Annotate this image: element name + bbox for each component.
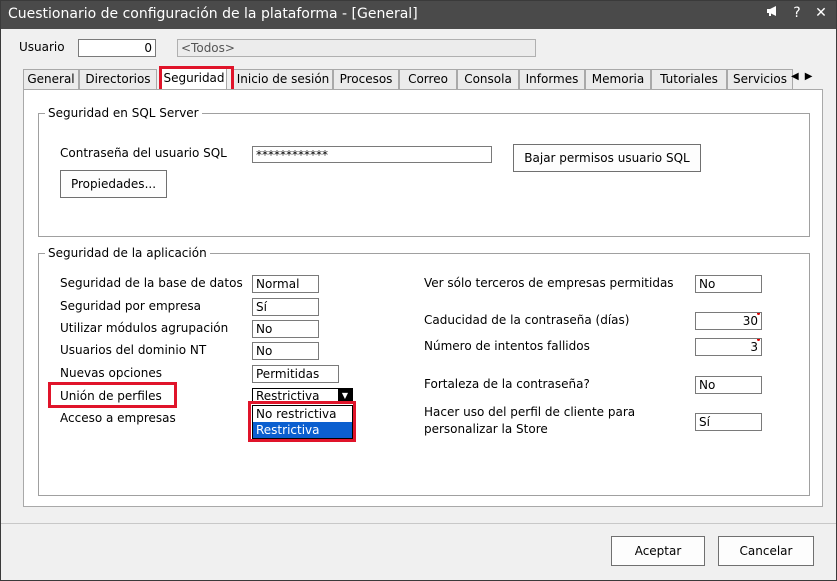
failed-attempts-value: 3 bbox=[750, 340, 758, 354]
cancel-button[interactable]: Cancelar bbox=[718, 536, 814, 566]
profile-union-label: Unión de perfiles bbox=[60, 389, 162, 403]
app-security-group: Seguridad de la aplicación Seguridad de … bbox=[38, 246, 810, 496]
db-security-field[interactable]: Normal bbox=[252, 275, 319, 293]
company-security-label: Seguridad por empresa bbox=[60, 299, 201, 313]
tab-inicio-sesion[interactable]: Inicio de sesión bbox=[233, 69, 333, 89]
tab-informes[interactable]: Informes bbox=[519, 69, 585, 89]
help-icon[interactable]: ? bbox=[790, 5, 804, 21]
accept-button[interactable]: Aceptar bbox=[611, 536, 705, 566]
usuario-name-field: <Todos> bbox=[177, 39, 536, 57]
tab-servicios[interactable]: Servicios bbox=[727, 69, 793, 89]
required-marker bbox=[757, 339, 760, 341]
tab-panel-seguridad: Seguridad en SQL Server Contraseña del u… bbox=[23, 89, 823, 507]
password-expiry-value: 30 bbox=[742, 314, 758, 328]
footer-divider bbox=[1, 523, 836, 524]
company-security-field[interactable]: Sí bbox=[252, 298, 319, 316]
option-no-restrictiva[interactable]: No restrictiva bbox=[253, 406, 352, 422]
sql-group-title: Seguridad en SQL Server bbox=[45, 106, 202, 120]
window-title: Cuestionario de configuración de la plat… bbox=[8, 6, 418, 22]
profile-union-dropdown: No restrictiva Restrictiva bbox=[252, 405, 353, 439]
tab-consola[interactable]: Consola bbox=[457, 69, 519, 89]
close-icon[interactable]: ✕ bbox=[814, 5, 828, 21]
usuario-input[interactable]: 0 bbox=[78, 39, 156, 57]
tab-strip: General Directorios Seguridad Inicio de … bbox=[23, 69, 813, 89]
tab-memoria[interactable]: Memoria bbox=[585, 69, 651, 89]
tab-correo[interactable]: Correo bbox=[399, 69, 457, 89]
required-marker bbox=[757, 313, 760, 315]
tab-scroll-left-icon[interactable]: ◀ bbox=[791, 71, 799, 82]
option-restrictiva[interactable]: Restrictiva bbox=[253, 422, 352, 438]
sql-password-input[interactable]: ************ bbox=[252, 146, 492, 163]
profile-union-select[interactable]: Restrictiva ▼ bbox=[252, 388, 353, 404]
failed-attempts-field[interactable]: 3 bbox=[695, 338, 762, 356]
password-expiry-label: Caducidad de la contraseña (días) bbox=[424, 313, 630, 327]
tab-procesos[interactable]: Procesos bbox=[333, 69, 399, 89]
failed-attempts-label: Número de intentos fallidos bbox=[424, 339, 590, 353]
tab-seguridad[interactable]: Seguridad bbox=[161, 69, 227, 89]
client-profile-field[interactable]: Sí bbox=[695, 413, 762, 431]
tab-tutoriales[interactable]: Tutoriales bbox=[651, 69, 727, 89]
client-profile-label: Hacer uso del perfil de cliente para bbox=[424, 405, 636, 419]
lower-sql-permissions-button[interactable]: Bajar permisos usuario SQL bbox=[513, 144, 701, 172]
config-window: Cuestionario de configuración de la plat… bbox=[0, 0, 837, 581]
usuario-label: Usuario bbox=[19, 40, 65, 54]
tab-scroll-right-icon[interactable]: ▶ bbox=[805, 71, 813, 82]
chevron-down-icon[interactable]: ▼ bbox=[338, 389, 352, 403]
db-security-label: Seguridad de la base de datos bbox=[60, 276, 243, 290]
tab-general[interactable]: General bbox=[23, 69, 79, 89]
title-bar: Cuestionario de configuración de la plat… bbox=[1, 1, 836, 29]
new-options-field[interactable]: Permitidas bbox=[252, 365, 339, 383]
nt-domain-users-label: Usuarios del dominio NT bbox=[60, 343, 207, 357]
client-profile-label-2: personalizar la Store bbox=[424, 422, 548, 436]
allowed-third-parties-label: Ver sólo terceros de empresas permitidas bbox=[424, 276, 674, 290]
allowed-third-parties-field[interactable]: No bbox=[695, 275, 762, 293]
password-expiry-field[interactable]: 30 bbox=[695, 312, 762, 330]
sql-security-group: Seguridad en SQL Server Contraseña del u… bbox=[38, 106, 810, 237]
sql-password-label: Contraseña del usuario SQL bbox=[60, 146, 227, 160]
new-options-label: Nuevas opciones bbox=[60, 366, 162, 380]
tab-directorios[interactable]: Directorios bbox=[79, 69, 157, 89]
app-group-title: Seguridad de la aplicación bbox=[45, 246, 210, 260]
group-modules-field[interactable]: No bbox=[252, 320, 319, 338]
password-strength-field[interactable]: No bbox=[695, 376, 762, 394]
profile-union-value: Restrictiva bbox=[256, 389, 320, 403]
properties-button[interactable]: Propiedades... bbox=[60, 170, 167, 198]
group-modules-label: Utilizar módulos agrupación bbox=[60, 321, 229, 335]
nt-domain-users-field[interactable]: No bbox=[252, 342, 319, 360]
company-access-label: Acceso a empresas bbox=[60, 411, 176, 425]
megaphone-icon[interactable] bbox=[766, 5, 780, 21]
password-strength-label: Fortaleza de la contraseña? bbox=[424, 377, 590, 391]
